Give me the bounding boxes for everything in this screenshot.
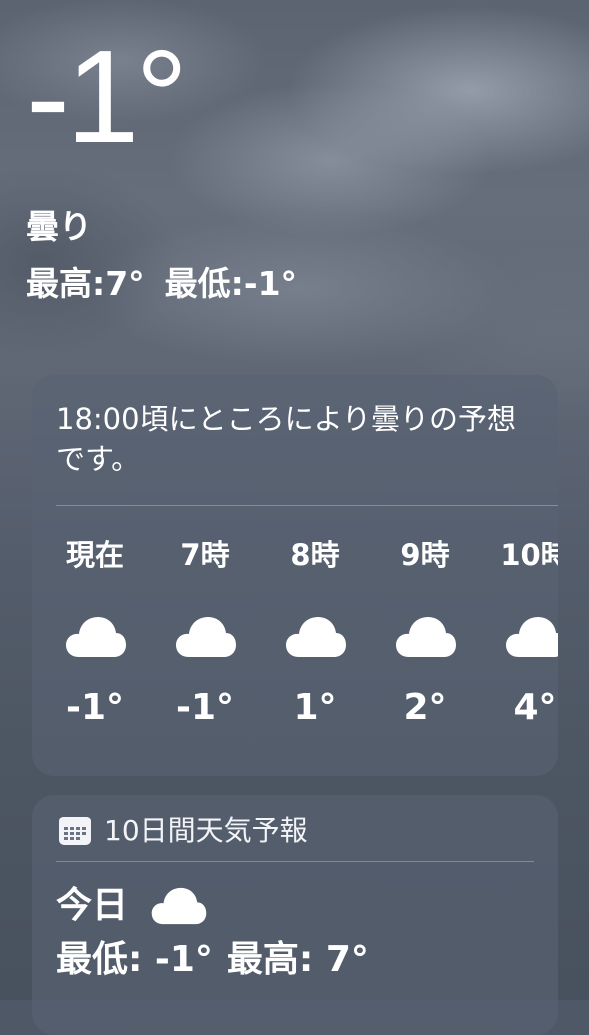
hour-temperature: 2°: [403, 687, 447, 728]
ten-day-forecast-card[interactable]: 10日間天気予報 今日 最低: -1° 最高: 7°: [32, 795, 558, 1035]
ten-day-header: 10日間天気予報: [58, 811, 308, 851]
hour-time: 9時: [400, 538, 450, 572]
forecast-summary: 18:00頃にところにより曇りの予想です。: [56, 402, 516, 476]
day-high: 最高: 7°: [226, 939, 369, 980]
hour-item: 9時 2°: [370, 505, 480, 776]
hour-temperature: -1°: [176, 687, 234, 728]
hour-temperature: 4°: [513, 687, 557, 728]
cloud-icon: [151, 887, 207, 925]
hour-time: 現在: [65, 538, 124, 572]
day-low-high: 最低: -1° 最高: 7°: [56, 935, 383, 985]
current-temperature: -1°: [26, 23, 188, 170]
hour-item: 8時 1°: [260, 505, 370, 776]
today-high: 最高:7°: [26, 264, 145, 303]
hour-time: 10時: [500, 538, 558, 572]
day-row-today[interactable]: 今日: [56, 881, 208, 931]
hour-item: 7時 -1°: [150, 505, 260, 776]
hour-item: 現在 -1°: [40, 505, 150, 776]
today-low: 最低:-1°: [164, 264, 298, 303]
hourly-forecast-card[interactable]: 18:00頃にところにより曇りの予想です。 現在 -1° 7時 -1° 8時 1…: [32, 375, 558, 776]
hour-temperature: 1°: [293, 687, 337, 728]
cloud-icon: [176, 617, 236, 657]
hourly-scroller[interactable]: 現在 -1° 7時 -1° 8時 1° 9時 2° 10時 4°: [32, 505, 558, 776]
cloud-icon: [506, 617, 558, 657]
card-divider: [56, 861, 534, 862]
day-low: 最低: -1°: [56, 939, 213, 980]
cloud-icon: [396, 617, 456, 657]
current-condition: 曇り: [26, 207, 92, 246]
cloud-icon: [66, 617, 126, 657]
ten-day-title: 10日間天気予報: [104, 814, 308, 847]
hour-item: 10時 4°: [480, 505, 558, 776]
hour-time: 8時: [290, 538, 340, 572]
calendar-icon: [59, 817, 91, 845]
hour-temperature: -1°: [66, 687, 124, 728]
day-name: 今日: [56, 885, 129, 926]
cloud-icon: [286, 617, 346, 657]
today-high-low: 最高:7° 最低:-1°: [26, 262, 317, 306]
hour-time: 7時: [180, 538, 230, 572]
